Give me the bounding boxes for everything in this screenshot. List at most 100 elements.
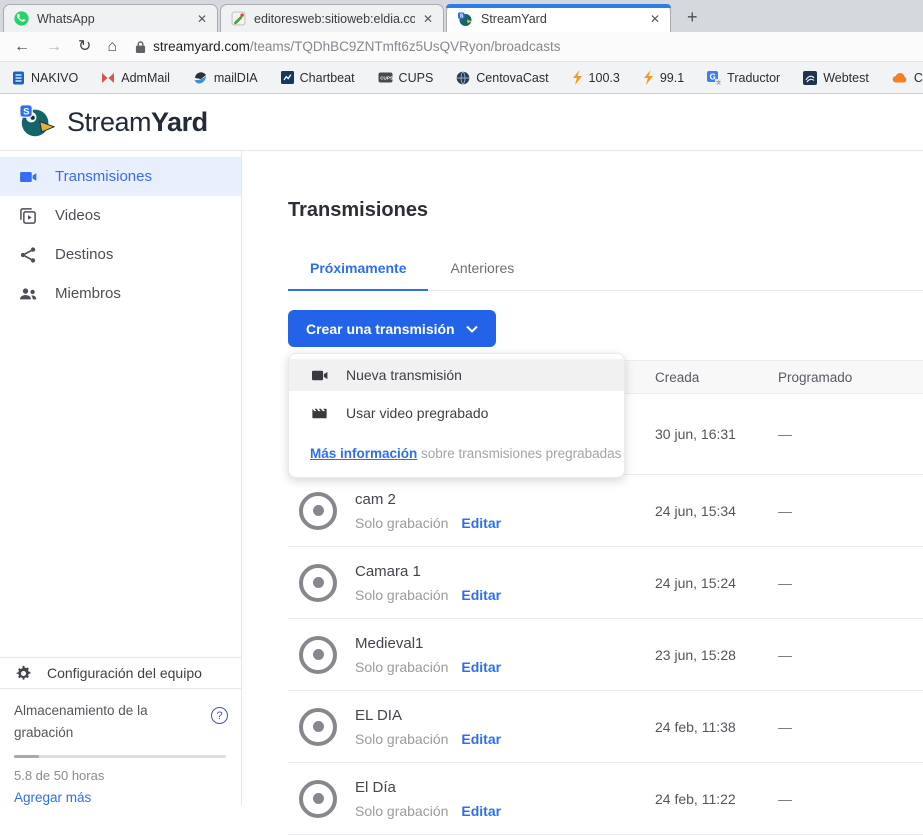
url-host: streamyard.com <box>153 39 250 54</box>
broadcast-name: Camara 1 <box>355 563 501 580</box>
sidebar-item-destinos[interactable]: Destinos <box>0 235 241 274</box>
team-settings-button[interactable]: Configuración del equipo <box>0 657 241 688</box>
browser-tab-streamyard[interactable]: S StreamYard ✕ <box>446 4 671 32</box>
app-header: S StreamYard <box>0 94 923 151</box>
svg-text:S: S <box>23 107 29 118</box>
streamyard-favicon: S <box>457 11 473 27</box>
scheduled-value: — <box>778 426 923 442</box>
dropdown-info: Más información sobre transmisiones preg… <box>289 435 624 461</box>
dropdown-item-prerecorded[interactable]: Usar video pregrabado <box>289 391 624 435</box>
video-library-icon <box>18 206 38 226</box>
table-row[interactable]: EL DIA Solo grabación Editar 24 feb, 11:3… <box>288 691 923 763</box>
whatsapp-favicon <box>14 11 29 26</box>
tab-proximamente[interactable]: Próximamente <box>288 260 428 291</box>
bookmark-chartbeat[interactable]: Chartbeat <box>281 71 355 85</box>
home-icon[interactable]: ⌂ <box>107 39 117 55</box>
tab-close-icon[interactable]: ✕ <box>650 12 660 26</box>
edit-link[interactable]: Editar <box>461 803 501 819</box>
sidebar-item-videos[interactable]: Videos <box>0 196 241 235</box>
created-date: 24 jun, 15:24 <box>655 575 778 591</box>
broadcast-type: Solo grabación <box>355 515 448 531</box>
bookmark-centovacast[interactable]: CentovaCast <box>456 71 548 85</box>
tab-close-icon[interactable]: ✕ <box>197 12 207 26</box>
chevron-down-icon <box>466 325 478 333</box>
create-broadcast-dropdown: Nueva transmisión Usar video pregrabado … <box>288 353 625 478</box>
forward-icon[interactable]: → <box>46 39 62 55</box>
svg-text:G: G <box>710 72 716 81</box>
edit-link[interactable]: Editar <box>461 731 501 747</box>
tab-anteriores[interactable]: Anteriores <box>428 260 536 290</box>
bookmark-991[interactable]: 99.1 <box>643 70 684 85</box>
scheduled-value: — <box>778 791 923 807</box>
bookmark-nakivo[interactable]: NAKIVO <box>12 71 78 85</box>
address-bar: ← → ↻ ⌂ streamyard.com/teams/TQDhBC9ZNTm… <box>0 32 923 62</box>
centovacast-icon <box>456 71 470 85</box>
streamyard-wordmark: StreamYard <box>67 107 208 138</box>
broadcast-name: cam 2 <box>355 491 501 508</box>
nakivo-icon <box>12 71 25 85</box>
broadcast-name: El Día <box>355 779 501 796</box>
bookmark-admmail[interactable]: AdmMail <box>101 71 170 85</box>
created-date: 24 jun, 15:34 <box>655 503 778 519</box>
url-path: /teams/TQDhBC9ZNTmft6z5UsQVRyon/broadcas… <box>250 39 561 54</box>
created-date: 24 feb, 11:38 <box>655 719 778 735</box>
record-icon <box>299 708 337 746</box>
broadcast-type: Solo grabación <box>355 803 448 819</box>
tab-title: StreamYard <box>481 12 642 26</box>
broadcast-type: Solo grabación <box>355 587 448 603</box>
edit-link[interactable]: Editar <box>461 515 501 531</box>
movie-icon <box>310 404 329 423</box>
edit-link[interactable]: Editar <box>461 659 501 675</box>
sidebar-item-miembros[interactable]: Miembros <box>0 274 241 313</box>
dropdown-item-new-broadcast[interactable]: Nueva transmisión <box>289 359 624 391</box>
table-row[interactable]: Camara 1 Solo grabación Editar 24 jun, 15… <box>288 547 923 619</box>
tab-close-icon[interactable]: ✕ <box>423 12 433 26</box>
broadcast-name: EL DIA <box>355 707 501 724</box>
svg-text:文: 文 <box>716 79 721 85</box>
svg-text:CUPS: CUPS <box>380 76 393 81</box>
bookmark-1003[interactable]: 100.3 <box>572 70 620 85</box>
add-more-link[interactable]: Agregar más <box>14 790 227 805</box>
bookmark-cups[interactable]: CUPS CUPS <box>378 71 434 85</box>
maildia-icon <box>193 71 208 85</box>
record-icon <box>299 492 337 530</box>
url-field[interactable]: streamyard.com/teams/TQDhBC9ZNTmft6z5UsQ… <box>135 39 560 54</box>
record-icon <box>299 564 337 602</box>
back-icon[interactable]: ← <box>14 39 30 55</box>
tab-title: editoresweb:sitioweb:eldia.co <box>254 12 415 26</box>
bookmark-traductor[interactable]: G文 Traductor <box>707 71 780 85</box>
tab-title: WhatsApp <box>37 12 189 26</box>
table-row[interactable]: Medieval1 Solo grabaciónEditar 23 jun, 1… <box>288 619 923 691</box>
scheduled-value: — <box>778 647 923 663</box>
table-row[interactable]: cam 2 Solo grabación Editar 24 jun, 15:34… <box>288 475 923 547</box>
storage-title: Almacenamiento de la grabación <box>14 700 182 744</box>
bookmark-cloudflare[interactable]: CloudFlare <box>892 71 923 85</box>
browser-tab-whatsapp[interactable]: WhatsApp ✕ <box>3 4 218 32</box>
table-row[interactable]: El Día Solo grabación Editar 24 feb, 11:2… <box>288 763 923 835</box>
bookmark-maildia[interactable]: mailDIA <box>193 71 258 85</box>
created-date: 24 feb, 11:22 <box>655 791 778 807</box>
share-icon <box>18 245 38 265</box>
browser-tab-strip: WhatsApp ✕ editoresweb:sitioweb:eldia.co… <box>0 0 923 32</box>
edit-link[interactable]: Editar <box>461 587 501 603</box>
webtest-icon <box>803 71 817 85</box>
active-tab-stripe <box>446 4 671 8</box>
new-tab-button[interactable]: + <box>687 8 698 26</box>
main-content: Transmisiones Próximamente Anteriores Cr… <box>242 151 923 805</box>
editoresweb-favicon <box>231 11 246 26</box>
sidebar-item-transmisiones[interactable]: Transmisiones <box>0 157 241 196</box>
create-broadcast-button[interactable]: Crear una transmisión <box>288 310 496 347</box>
more-info-link[interactable]: Más información <box>310 446 417 461</box>
broadcast-type: Solo grabación <box>355 731 448 747</box>
bookmarks-bar: NAKIVO AdmMail mailDIA Chartbeat CUPS CU… <box>0 62 923 94</box>
scheduled-value: — <box>778 503 923 519</box>
lightning-icon <box>643 70 654 85</box>
bookmark-webtest[interactable]: Webtest <box>803 71 869 85</box>
reload-icon[interactable]: ↻ <box>78 39 91 55</box>
help-icon[interactable]: ? <box>211 707 228 724</box>
admmail-icon <box>101 72 115 84</box>
lightning-icon <box>572 70 583 85</box>
cloudflare-icon <box>892 72 908 83</box>
browser-tab-editoresweb[interactable]: editoresweb:sitioweb:eldia.co ✕ <box>220 4 444 32</box>
storage-panel: Almacenamiento de la grabación ? 5.8 de … <box>0 688 241 805</box>
